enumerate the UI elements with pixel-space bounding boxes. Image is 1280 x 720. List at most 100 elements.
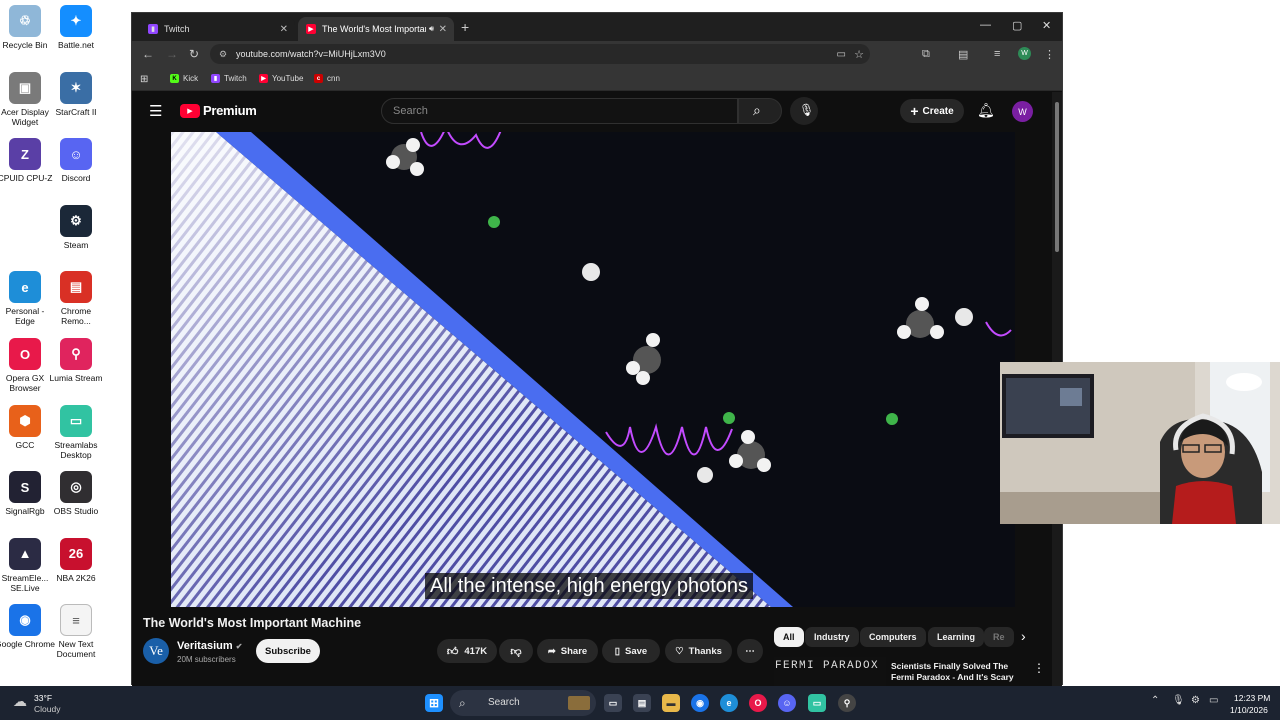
file-explorer-icon[interactable]: ▬ <box>662 694 680 712</box>
tray-overflow-icon[interactable]: ⌃ <box>1151 695 1159 706</box>
close-window-button[interactable]: ✕ <box>1042 19 1051 32</box>
desktop-icon-label: Steam <box>63 239 89 250</box>
desktop-icon[interactable]: ▤ Chrome Remo... <box>46 271 106 326</box>
tab-youtube[interactable]: ▶ The World's Most Importan 🔊︎ ✕ <box>298 17 454 41</box>
apps-icon[interactable]: ⊞ <box>140 74 148 85</box>
close-tab-icon[interactable]: ✕ <box>280 24 288 35</box>
chip-all[interactable]: All <box>774 627 804 647</box>
minimize-button[interactable]: — <box>980 19 991 31</box>
desktop-icon[interactable]: ≡ New Text Document <box>46 604 106 659</box>
chip-industry[interactable]: Industry <box>805 627 859 647</box>
taskbar-search[interactable]: ⌕ Search <box>450 690 596 716</box>
media-controls-icon[interactable]: ≡ <box>994 48 1000 60</box>
cast-icon[interactable]: ▭ <box>837 49 846 60</box>
tab-twitch[interactable]: ▮ Twitch ✕ <box>140 17 295 41</box>
forward-button[interactable]: → <box>166 47 178 61</box>
clock-time[interactable]: 12:23 PM <box>1234 693 1270 703</box>
nba2k-icon: 26 <box>60 537 92 570</box>
more-actions-button[interactable]: ⋯ <box>737 639 763 663</box>
microphone-tray-icon[interactable]: 🎙︎ <box>1172 695 1185 706</box>
lumia-taskbar-icon[interactable]: ⚲ <box>838 694 856 712</box>
channel-name[interactable]: Veritasium ✔︎ <box>177 640 242 652</box>
back-button[interactable]: ← <box>142 47 154 61</box>
network-icon[interactable]: ▭ <box>1209 695 1218 706</box>
url-field[interactable]: ⚙ youtube.com/watch?v=MiUHjLxm3V0 ▭ ☆ <box>210 44 870 64</box>
youtube-logo[interactable]: ▶ Premium <box>180 103 257 118</box>
hamburger-menu-icon[interactable]: ☰ <box>149 102 162 120</box>
logo-text: Premium <box>203 103 257 118</box>
weather-icon[interactable]: ☁ <box>13 693 27 710</box>
task-view-icon[interactable]: ▭ <box>604 694 622 712</box>
voice-search-button[interactable]: 🎙︎ <box>790 97 818 125</box>
desktop-icons: ♲ Recycle Bin ✦ Battle.net ▣ Acer Display Wid… <box>0 0 130 686</box>
steam-tray-icon[interactable]: ⚙ <box>1191 695 1200 706</box>
desktop-icon[interactable]: ✦ Battle.net <box>46 5 106 50</box>
thanks-button[interactable]: ♡ Thanks <box>665 639 732 663</box>
subscribe-button[interactable]: Subscribe <box>256 639 320 663</box>
profile-avatar[interactable]: W <box>1018 47 1031 60</box>
site-info-icon[interactable]: ⚙ <box>219 49 227 60</box>
desktop-icon[interactable]: ⚙ Steam <box>46 204 106 250</box>
like-button[interactable]: 👍︎ 417K <box>437 639 497 663</box>
desktop-icon[interactable]: ⚲ Lumia Stream <box>46 338 106 383</box>
desktop-icon[interactable]: ▭ Streamlabs Desktop <box>46 404 106 460</box>
streamlabs-taskbar-icon[interactable]: ▭ <box>808 694 826 712</box>
youtube-play-icon: ▶ <box>180 103 200 118</box>
menu-icon[interactable]: ⋮ <box>1044 48 1055 61</box>
weather-temp[interactable]: 33°F <box>34 693 52 703</box>
opera-taskbar-icon[interactable]: O <box>749 694 767 712</box>
acer-display-icon: ▣ <box>9 71 41 104</box>
windows-start-icon[interactable]: ⊞ <box>425 694 443 712</box>
create-button[interactable]: + Create <box>900 99 964 123</box>
bookmark-twitch[interactable]: ▮ Twitch <box>211 74 247 83</box>
text-document-icon: ≡ <box>60 604 92 637</box>
chip-computers[interactable]: Computers <box>860 627 926 647</box>
verified-icon: ✔︎ <box>235 642 243 651</box>
widgets-icon[interactable]: ▤ <box>633 694 651 712</box>
subscriber-count: 20M subscribers <box>177 655 236 664</box>
notifications-bell-icon[interactable]: 🔔︎ <box>977 102 995 119</box>
close-tab-icon[interactable]: ✕ <box>439 24 447 35</box>
bookmark-cnn[interactable]: c cnn <box>314 74 340 83</box>
url-text: youtube.com/watch?v=MiUHjLxm3V0 <box>236 49 386 59</box>
recommended-title[interactable]: Scientists Finally Solved The Fermi Para… <box>891 661 1031 683</box>
desktop-icon[interactable]: ☺ Discord <box>46 138 106 183</box>
new-tab-button[interactable]: + <box>461 19 469 35</box>
maximize-button[interactable]: ▢ <box>1012 19 1022 32</box>
sidebar-icon[interactable]: ▤ <box>958 48 968 61</box>
tab-title: The World's Most Importan <box>322 24 426 34</box>
desktop-icon[interactable]: ◎ OBS Studio <box>46 471 106 516</box>
search-button[interactable]: ⌕ <box>738 98 782 124</box>
chip-learning[interactable]: Learning <box>928 627 985 647</box>
bookmark-youtube[interactable]: ▶ YouTube <box>259 74 303 83</box>
bookmark-kick[interactable]: K Kick <box>170 74 198 83</box>
gcc-icon: ⬢ <box>9 404 41 437</box>
address-bar-row: ← → ↻ ⚙ youtube.com/watch?v=MiUHjLxm3V0 … <box>132 41 1062 67</box>
kick-icon: K <box>170 74 179 83</box>
chrome-taskbar-icon[interactable]: ◉ <box>691 694 709 712</box>
video-player[interactable]: All the intense, high energy photons Ve <box>171 132 1015 607</box>
share-button[interactable]: ➦ Share <box>537 639 598 663</box>
desktop-icon-label: Discord <box>61 173 91 184</box>
chrome-remote-icon: ▤ <box>60 271 92 304</box>
chip-more[interactable]: Re <box>984 627 1014 647</box>
account-avatar[interactable]: W <box>1012 101 1033 122</box>
bookmark-star-icon[interactable]: ☆ <box>854 48 864 61</box>
scrollbar-thumb[interactable] <box>1055 102 1059 252</box>
save-button[interactable]: ▯ Save <box>602 639 660 663</box>
reload-button[interactable]: ↻ <box>189 47 199 61</box>
recommended-menu-icon[interactable]: ⋮ <box>1033 661 1045 675</box>
recommended-thumbnail[interactable]: FERMI PARADOX <box>774 657 886 686</box>
dislike-button[interactable]: 👎︎ <box>499 639 533 663</box>
bookmark-label: YouTube <box>272 74 304 83</box>
clock-date[interactable]: 1/10/2026 <box>1230 705 1268 715</box>
discord-taskbar-icon[interactable]: ☺ <box>778 694 796 712</box>
search-input[interactable]: Search <box>381 98 738 124</box>
desktop-icon[interactable]: 26 NBA 2K26 <box>46 537 106 583</box>
chevron-right-icon[interactable]: › <box>1021 628 1026 644</box>
edge-taskbar-icon[interactable]: e <box>720 694 738 712</box>
channel-avatar[interactable]: Ve <box>143 638 169 664</box>
desktop-icon[interactable]: ✶ StarCraft II <box>46 71 106 117</box>
extensions-icon[interactable]: ⧉ <box>922 48 930 61</box>
desktop-icon-label: NBA 2K26 <box>56 572 96 583</box>
